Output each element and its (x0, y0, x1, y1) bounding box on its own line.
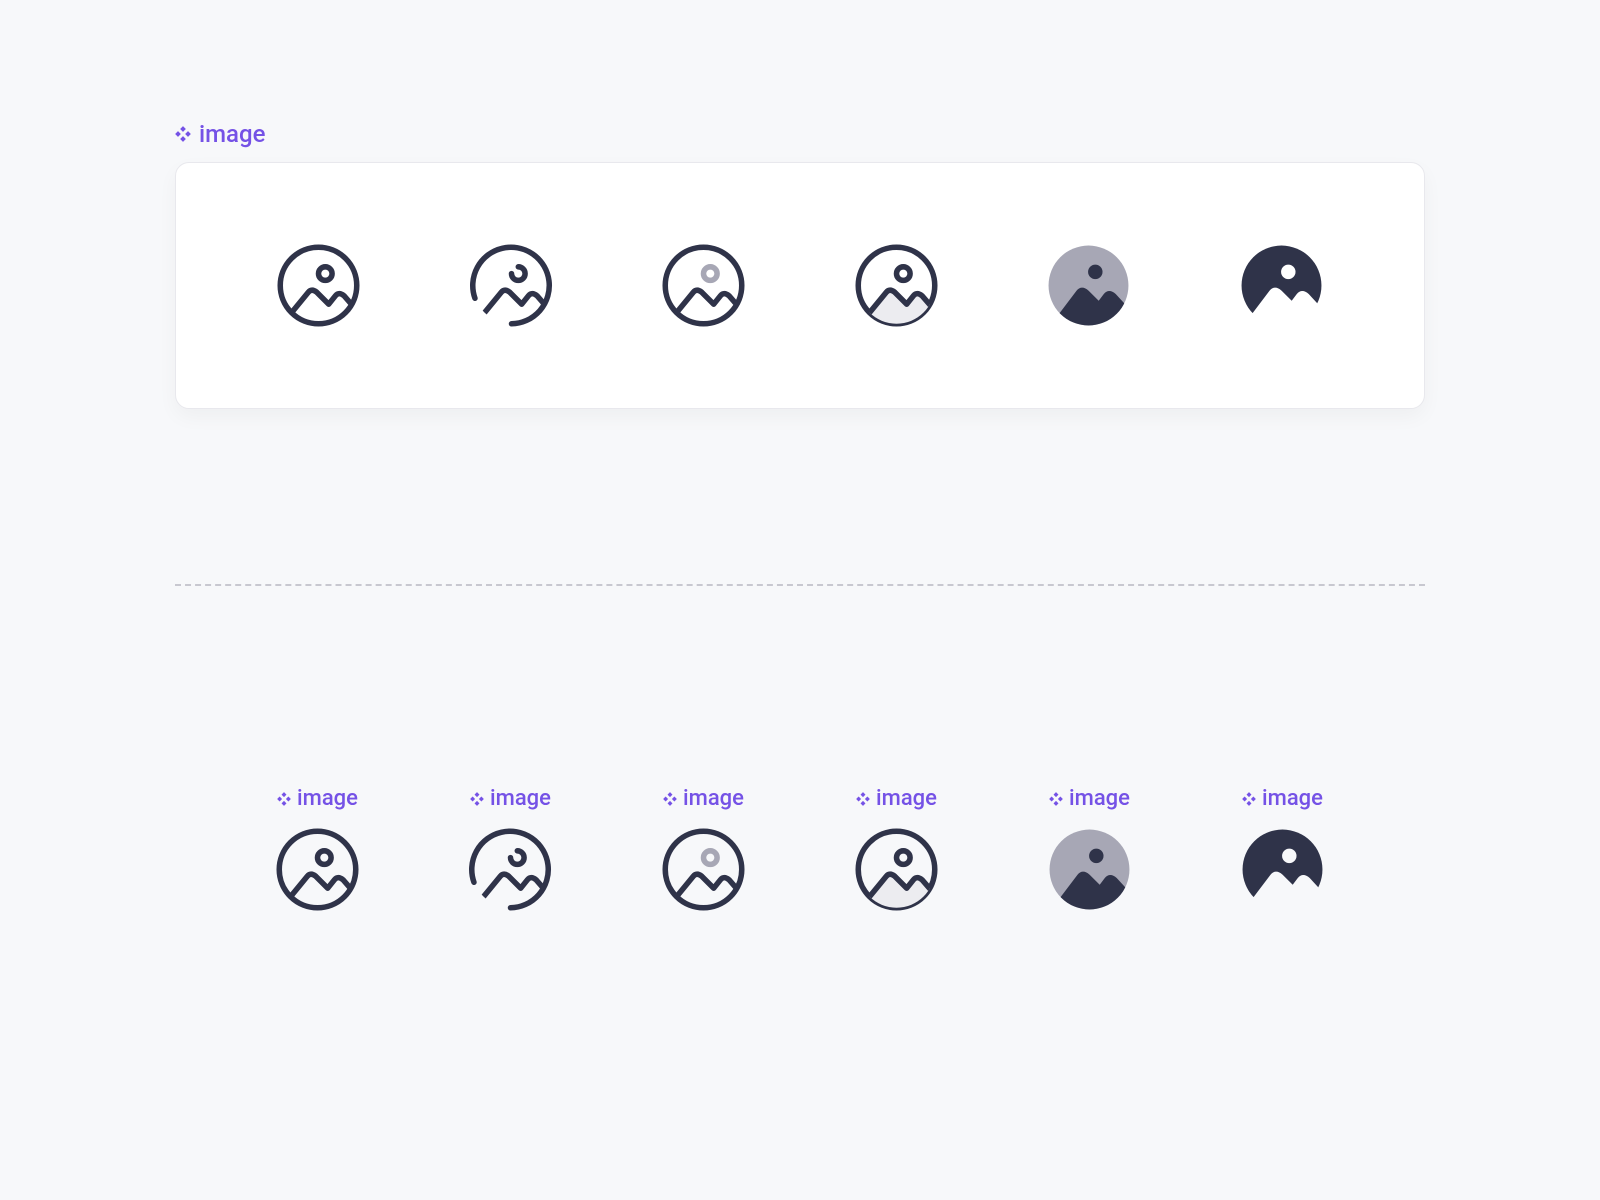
icon-card (175, 162, 1425, 409)
image-icon-bulk-grey (1047, 827, 1132, 912)
bottom-section: image image (175, 786, 1425, 912)
image-icon-bold (1240, 827, 1325, 912)
diamond-icon (663, 792, 677, 806)
item-title: image (1262, 786, 1323, 811)
icon-item: image (1240, 786, 1325, 912)
icon-item: image (661, 786, 746, 912)
icon-item: image (1047, 786, 1132, 912)
image-icon-bulk-light (854, 827, 939, 912)
diamond-icon (856, 792, 870, 806)
diamond-icon (1242, 792, 1256, 806)
item-title: image (297, 786, 358, 811)
diamond-icon (1049, 792, 1063, 806)
section-divider (175, 584, 1425, 586)
icon-item: image (854, 786, 939, 912)
item-label: image (663, 786, 744, 811)
item-label: image (856, 786, 937, 811)
image-icon-twotone (661, 827, 746, 912)
icon-item: image (468, 786, 553, 912)
image-icon-outline (275, 827, 360, 912)
item-title: image (490, 786, 551, 811)
diamond-icon (175, 126, 191, 142)
item-label: image (1242, 786, 1323, 811)
item-title: image (876, 786, 937, 811)
image-icon-bulk-light (854, 243, 939, 328)
section-title: image (199, 120, 265, 148)
item-title: image (1069, 786, 1130, 811)
diamond-icon (277, 792, 291, 806)
image-icon-bulk-grey (1046, 243, 1131, 328)
page-container: image (0, 0, 1600, 912)
item-title: image (683, 786, 744, 811)
item-label: image (470, 786, 551, 811)
image-icon-bold (1239, 243, 1324, 328)
image-icon-twotone (661, 243, 746, 328)
image-icon-outline (276, 243, 361, 328)
icon-item: image (275, 786, 360, 912)
item-label: image (277, 786, 358, 811)
diamond-icon (470, 792, 484, 806)
image-icon-broken (468, 827, 553, 912)
image-icon-broken (469, 243, 554, 328)
item-label: image (1049, 786, 1130, 811)
section-label: image (175, 120, 1425, 148)
